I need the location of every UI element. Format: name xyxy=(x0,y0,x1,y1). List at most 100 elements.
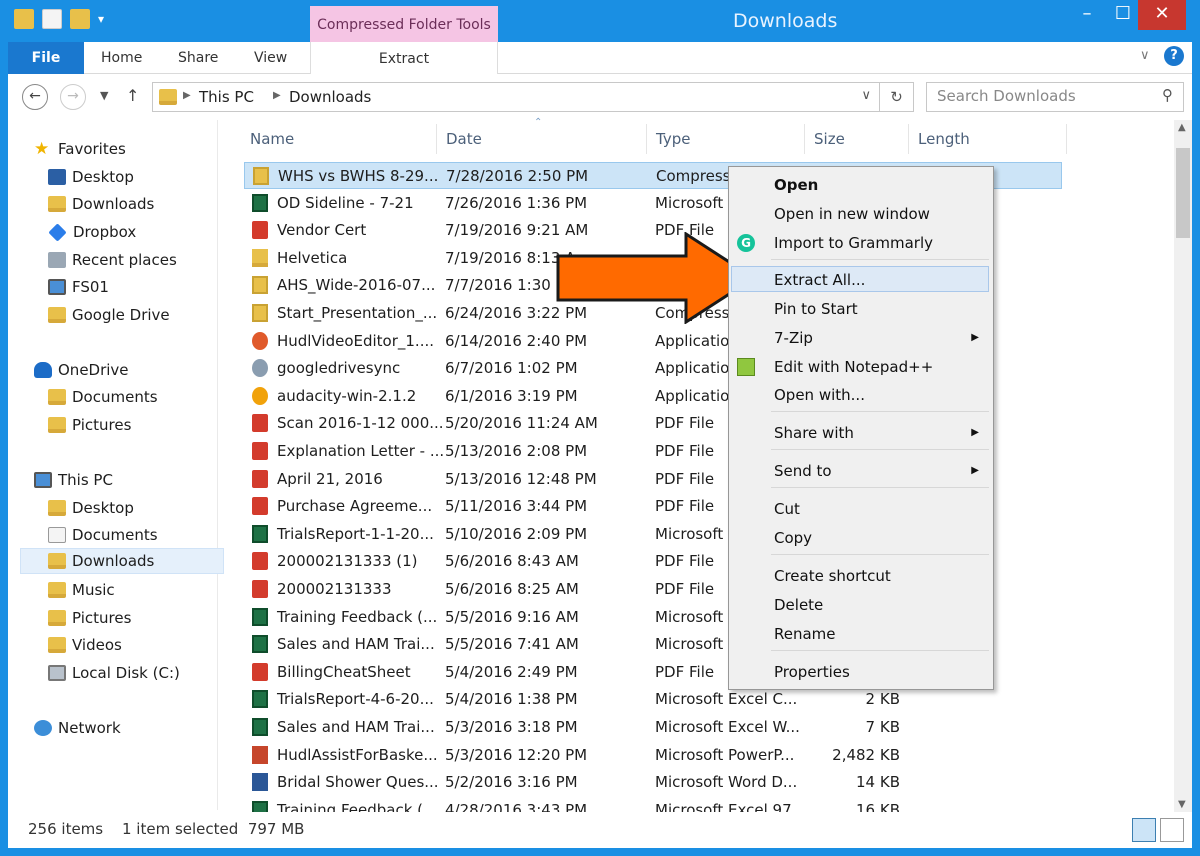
menu-item-open[interactable]: Open xyxy=(729,172,993,198)
sidebar-item-onedrive-documents[interactable]: Documents xyxy=(48,384,158,410)
chevron-right-icon: ▶ xyxy=(273,90,281,101)
sidebar-favorites[interactable]: ★ Favorites xyxy=(34,136,126,162)
sidebar-item-recent-places[interactable]: Recent places xyxy=(48,247,177,273)
file-name: Training Feedback (... xyxy=(277,607,438,626)
sidebar-item-pc-downloads[interactable]: Downloads xyxy=(20,548,224,574)
breadcrumb-downloads[interactable]: Downloads xyxy=(289,88,371,106)
search-input[interactable]: Search Downloads ⚲ xyxy=(926,82,1184,112)
tab-share[interactable]: Share xyxy=(178,50,218,66)
customize-qat-icon[interactable]: ▾ xyxy=(98,12,104,26)
file-type: Compress xyxy=(656,167,731,185)
table-row[interactable]: Training Feedback (4/28/2016 3:43 PM Micr… xyxy=(244,797,1064,812)
sidebar-item-pc-videos[interactable]: Videos xyxy=(48,632,122,658)
forward-button[interactable]: → xyxy=(60,84,86,110)
menu-item-copy[interactable]: Copy xyxy=(729,525,993,551)
menu-item-delete[interactable]: Delete xyxy=(729,592,993,618)
sidebar-item-pc-documents[interactable]: Documents xyxy=(48,522,158,548)
menu-item-rename[interactable]: Rename xyxy=(729,621,993,647)
close-button[interactable]: ✕ xyxy=(1138,0,1186,30)
table-row[interactable]: Bridal Shower Ques... 5/2/2016 3:16 PM Mic… xyxy=(244,769,1064,796)
scroll-up-icon[interactable]: ▲ xyxy=(1178,122,1186,133)
file-date: 6/14/2016 2:40 PM xyxy=(445,331,588,350)
properties-icon[interactable] xyxy=(42,9,62,29)
breadcrumb-this-pc[interactable]: This PC xyxy=(199,88,254,106)
sidebar-item-desktop[interactable]: Desktop xyxy=(48,164,134,190)
table-row[interactable]: TrialsReport-4-6-20... 5/4/2016 1:38 PM Mi… xyxy=(244,686,1064,713)
menu-item-label: Pin to Start xyxy=(774,300,858,318)
menu-item-label: 7-Zip xyxy=(774,329,813,347)
menu-item-import-to-grammarly[interactable]: G Import to Grammarly xyxy=(729,230,993,256)
maximize-button[interactable]: ☐ xyxy=(1108,0,1138,30)
pdf-icon xyxy=(252,442,268,460)
excel-icon xyxy=(252,524,268,543)
column-header-type[interactable]: Type xyxy=(656,130,690,148)
column-header-size[interactable]: Size xyxy=(814,130,845,148)
sidebar-this-pc[interactable]: This PC xyxy=(34,467,113,493)
table-row[interactable]: Sales and HAM Trai... 5/3/2016 3:18 PM Mic… xyxy=(244,714,1064,741)
file-date: 5/13/2016 12:48 PM xyxy=(445,469,597,488)
sidebar-item-pc-pictures[interactable]: Pictures xyxy=(48,605,131,631)
up-button[interactable]: ↑ xyxy=(126,86,139,105)
column-header-name[interactable]: Name xyxy=(250,130,294,148)
tab-extract[interactable]: Extract xyxy=(310,42,498,74)
search-icon: ⚲ xyxy=(1162,86,1173,104)
sidebar-item-dropbox[interactable]: Dropbox xyxy=(48,219,136,245)
menu-item-share-with[interactable]: Share with ▶ xyxy=(729,420,993,446)
address-bar[interactable]: ▶ This PC ▶ Downloads ∨ xyxy=(152,82,880,112)
folder-icon xyxy=(48,417,66,433)
scrollbar-thumb[interactable] xyxy=(1176,148,1190,238)
column-divider[interactable] xyxy=(804,124,805,154)
column-header-date[interactable]: Date xyxy=(446,130,482,148)
menu-item-create-shortcut[interactable]: Create shortcut xyxy=(729,563,993,589)
menu-item-7-zip[interactable]: 7-Zip ▶ xyxy=(729,325,993,351)
expand-ribbon-icon[interactable]: ∨ xyxy=(1140,48,1150,63)
sidebar-item-google-drive[interactable]: Google Drive xyxy=(48,302,170,328)
zip-icon xyxy=(253,167,269,185)
file-type: PDF File xyxy=(655,662,715,681)
scroll-down-icon[interactable]: ▼ xyxy=(1178,799,1186,810)
column-divider[interactable] xyxy=(436,124,437,154)
menu-item-send-to[interactable]: Send to ▶ xyxy=(729,458,993,484)
vertical-scrollbar[interactable]: ▲ ▼ xyxy=(1174,120,1192,812)
help-icon[interactable]: ? xyxy=(1164,46,1184,66)
new-folder-icon[interactable] xyxy=(70,9,90,29)
menu-item-open-in-new-window[interactable]: Open in new window xyxy=(729,201,993,227)
column-header-length[interactable]: Length xyxy=(918,130,970,148)
sidebar-item-pc-music[interactable]: Music xyxy=(48,577,115,603)
minimize-button[interactable]: – xyxy=(1072,0,1102,30)
back-button[interactable]: ← xyxy=(22,84,48,110)
column-divider[interactable] xyxy=(908,124,909,154)
column-divider[interactable] xyxy=(646,124,647,154)
menu-item-extract-all[interactable]: Extract All... xyxy=(731,266,989,292)
folder-icon[interactable] xyxy=(14,9,34,29)
tab-home[interactable]: Home xyxy=(101,50,142,66)
menu-item-open-with[interactable]: Open with... xyxy=(729,382,993,408)
sidebar-item-local-disk[interactable]: Local Disk (C:) xyxy=(48,660,180,686)
file-name: Helvetica xyxy=(277,248,348,267)
address-dropdown-icon[interactable]: ∨ xyxy=(861,88,871,103)
recent-locations-icon[interactable]: ▼ xyxy=(100,89,108,102)
menu-item-cut[interactable]: Cut xyxy=(729,496,993,522)
sidebar-item-downloads[interactable]: Downloads xyxy=(48,191,154,217)
menu-item-edit-with-notepad[interactable]: Edit with Notepad++ xyxy=(729,354,993,380)
tab-view[interactable]: View xyxy=(254,50,287,66)
sidebar-item-fs01[interactable]: FS01 xyxy=(48,274,109,300)
sidebar-item-onedrive-pictures[interactable]: Pictures xyxy=(48,412,131,438)
menu-item-label: Create shortcut xyxy=(774,567,891,585)
refresh-button[interactable]: ↻ xyxy=(880,82,914,112)
pictures-folder-icon xyxy=(48,610,66,626)
file-date: 5/4/2016 1:38 PM xyxy=(445,690,578,709)
menu-separator xyxy=(771,650,989,651)
tab-file[interactable]: File xyxy=(8,42,84,74)
sidebar-item-pc-desktop[interactable]: Desktop xyxy=(48,495,134,521)
menu-item-pin-to-start[interactable]: Pin to Start xyxy=(729,296,993,322)
submenu-arrow-icon: ▶ xyxy=(971,332,979,343)
details-view-button[interactable] xyxy=(1132,818,1156,842)
large-icons-view-button[interactable] xyxy=(1160,818,1184,842)
column-divider[interactable] xyxy=(1066,124,1067,154)
menu-item-properties[interactable]: Properties xyxy=(729,659,993,685)
table-row[interactable]: HudlAssistForBaske... 5/3/2016 12:20 PM Mi… xyxy=(244,742,1064,769)
sidebar-onedrive[interactable]: OneDrive xyxy=(34,357,129,383)
sidebar-network[interactable]: Network xyxy=(34,715,121,741)
orange-arrow-annotation xyxy=(556,232,756,324)
